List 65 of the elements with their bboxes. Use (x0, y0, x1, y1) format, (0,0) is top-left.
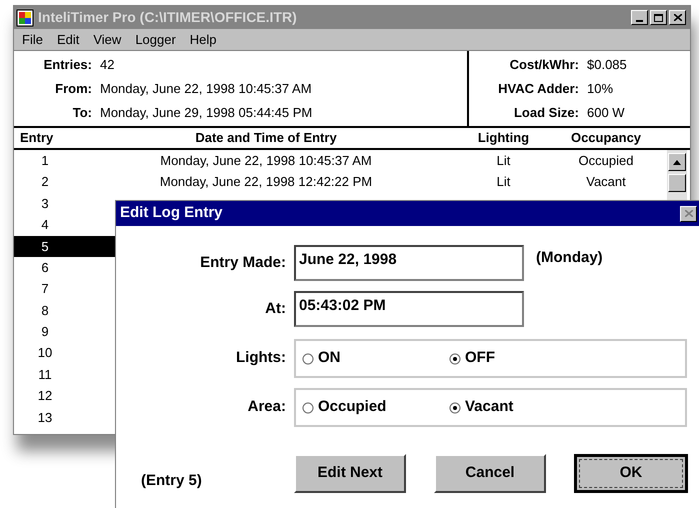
table-cell-text: 2 (40, 173, 50, 192)
maximize-icon (654, 14, 663, 22)
summary-value: 600 W (587, 104, 626, 122)
dialog-button[interactable]: OK (574, 454, 688, 493)
menu-item[interactable]: Logger (133, 30, 178, 50)
table-cell-text: 7 (40, 280, 50, 298)
close-button[interactable] (680, 206, 697, 222)
minimize-button[interactable] (631, 10, 648, 25)
up-arrow-icon (673, 160, 681, 164)
table-cell-text: 11 (37, 366, 53, 384)
menu-item[interactable]: View (91, 30, 124, 50)
summary-label: Cost/kWhr: (508, 56, 579, 74)
summary-label: Entries: (42, 56, 92, 74)
field-label: Area: (246, 397, 286, 418)
summary-label: From: (54, 80, 92, 98)
close-icon (674, 14, 682, 21)
app-icon (16, 8, 34, 26)
column-header: Occupancy (570, 129, 642, 148)
table-cell-text: 1 (40, 152, 50, 170)
table-cell-text: Vacant (585, 173, 627, 192)
table-row[interactable]: 2 Monday, June 22, 1998 12:42:22 PM Lit Vacant (14, 171, 667, 193)
summary-value: $0.085 (587, 56, 628, 74)
column-header: Date and Time of Entry (194, 129, 338, 148)
scroll-thumb[interactable] (668, 174, 686, 192)
radio-button[interactable]: Occupied (302, 396, 449, 419)
summary-value: 42 (100, 56, 116, 74)
dialog-button[interactable]: Edit Next (294, 454, 406, 493)
table-cell-text: Monday, June 22, 1998 10:45:37 AM (159, 152, 373, 170)
radio-button[interactable]: Vacant (449, 396, 514, 419)
table-row[interactable]: 1 Monday, June 22, 1998 10:45:37 AM Lit Occupied (14, 150, 667, 172)
window-title: InteliTimer Pro (C:\ITIMER\OFFICE.ITR) (38, 8, 298, 27)
summary-label: Load Size: (512, 104, 579, 122)
table-cell-text: 4 (40, 216, 50, 234)
summary-value: Monday, June 29, 1998 05:44:45 PM (100, 104, 314, 122)
input-field[interactable]: 05:43:02 PM (294, 291, 524, 327)
scroll-up-button[interactable] (668, 153, 686, 171)
radio-button[interactable]: OFF (449, 347, 495, 370)
dialog-button[interactable]: Cancel (434, 454, 546, 493)
maximize-button[interactable] (650, 10, 667, 25)
table-cell-text: Lit (496, 152, 512, 170)
day-note: (Monday) (536, 248, 603, 268)
entry-note: (Entry 5) (140, 470, 203, 491)
column-header: Lighting (476, 129, 530, 148)
field-label: Entry Made: (199, 252, 286, 273)
table-cell-text: 5 (40, 238, 50, 256)
summary-value: Monday, June 22, 1998 10:45:37 AM (100, 80, 313, 98)
summary-value: 10% (587, 80, 614, 98)
menu-item[interactable]: Help (188, 30, 219, 50)
close-button[interactable] (669, 10, 686, 25)
dialog-title: Edit Log Entry (120, 203, 224, 224)
menu-item[interactable]: File (20, 30, 45, 50)
field-label: Lights: (235, 348, 286, 368)
table-cell-text: Monday, June 22, 1998 12:42:22 PM (158, 173, 374, 192)
table-cell-text: Lit (496, 173, 512, 192)
minimize-icon (636, 20, 643, 22)
radio-button[interactable]: ON (302, 347, 449, 370)
table-cell-text: 9 (40, 323, 50, 342)
menu-item[interactable]: Edit (54, 30, 82, 50)
input-field[interactable]: June 22, 1998 (294, 245, 524, 281)
table-cell-text: Occupied (578, 152, 634, 170)
column-header: Entry (19, 129, 54, 148)
summary-label: To: (72, 104, 92, 122)
close-icon (684, 210, 692, 217)
summary-label: HVAC Adder: (497, 80, 579, 98)
field-label: At: (264, 298, 286, 319)
